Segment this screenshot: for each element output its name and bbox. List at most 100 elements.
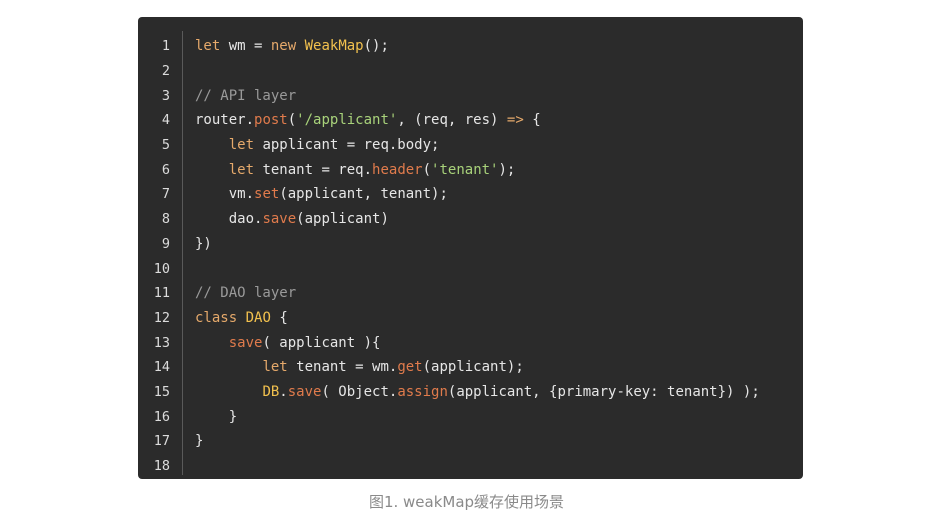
code-line: 6 let tenant = req.header('tenant'); <box>138 157 803 182</box>
code-line: 17} <box>138 429 803 454</box>
code-token: DB <box>262 383 280 400</box>
code-token: save <box>228 334 263 351</box>
code-text: }) <box>195 236 212 252</box>
code-line: 8 dao.save(applicant) <box>138 207 803 232</box>
code-line: 2 <box>138 59 803 84</box>
code-line: 16 } <box>138 404 803 429</box>
line-number: 5 <box>161 137 170 154</box>
code-text: let wm = new WeakMap(); <box>195 38 389 54</box>
code-token: let <box>195 38 221 55</box>
code-token: '/applicant' <box>296 112 398 129</box>
code-token: vm. <box>195 186 255 203</box>
code-line: 18 <box>138 454 803 479</box>
code-token: ( <box>422 161 432 178</box>
code-text: class DAO { <box>195 310 288 326</box>
code-token: let <box>228 137 255 154</box>
code-token: ( <box>287 112 297 129</box>
code-token: wm = <box>220 38 271 55</box>
code-token: tenant = wm. <box>287 359 398 376</box>
code-text: dao.save(applicant) <box>195 211 389 227</box>
code-line: 10 <box>138 256 803 281</box>
line-number: 1 <box>161 38 170 55</box>
code-token: dao. <box>195 211 263 228</box>
line-number: 3 <box>161 87 170 104</box>
code-token: (); <box>363 38 389 55</box>
code-text: vm.set(applicant, tenant); <box>195 186 448 202</box>
code-token: save <box>262 211 297 228</box>
code-token: DAO <box>245 309 271 326</box>
code-token: }) <box>195 235 212 252</box>
code-text: DB.save( Object.assign(applicant, {prima… <box>195 383 760 400</box>
code-token: (applicant); <box>422 359 524 376</box>
code-token: // DAO layer <box>195 285 297 302</box>
code-token: ( Object. <box>321 383 398 400</box>
code-token: // API layer <box>195 87 297 104</box>
code-token: . <box>279 383 288 400</box>
code-token: tenant = req. <box>254 161 373 178</box>
code-text: save( applicant ){ <box>195 334 381 351</box>
code-text: // API layer <box>195 88 296 104</box>
code-token: (applicant, tenant); <box>279 186 448 203</box>
code-text: let tenant = req.header('tenant'); <box>195 161 516 178</box>
code-line: 3 // API layer <box>138 83 803 108</box>
line-number: 12 <box>153 309 170 326</box>
code-token: { <box>523 112 541 129</box>
code-text: let tenant = wm.get(applicant); <box>195 359 524 376</box>
code-token: { <box>270 309 288 326</box>
code-token: WeakMap <box>304 38 364 55</box>
line-number: 4 <box>161 112 170 129</box>
line-number: 17 <box>153 433 170 450</box>
line-number: 9 <box>161 235 170 252</box>
code-text: let applicant = req.body; <box>195 137 440 154</box>
line-number: 11 <box>153 285 170 302</box>
code-line: 15 DB.save( Object.assign(applicant, {pr… <box>138 380 803 405</box>
code-token: let <box>228 161 255 178</box>
code-token: let <box>262 359 288 376</box>
code-token: } <box>195 408 238 425</box>
code-token: ( applicant ){ <box>262 334 381 351</box>
code-line: 14 let tenant = wm.get(applicant); <box>138 355 803 380</box>
code-text: // DAO layer <box>195 285 296 301</box>
code-token: new <box>270 38 297 55</box>
code-line: 7 vm.set(applicant, tenant); <box>138 182 803 207</box>
code-token: post <box>254 112 288 129</box>
code-line: 4 router.post('/applicant', (req, res) =>… <box>138 108 803 133</box>
line-number: 15 <box>153 383 170 400</box>
code-line: 13 save( applicant ){ <box>138 330 803 355</box>
code-line: 12 class DAO { <box>138 306 803 331</box>
code-token: } <box>195 433 204 450</box>
code-token: , (req, res) <box>397 112 507 129</box>
code-token: router. <box>195 112 255 129</box>
code-token: class <box>195 309 238 326</box>
code-line: 1 let wm = new WeakMap(); <box>138 34 803 59</box>
code-token: save <box>287 383 322 400</box>
code-text: } <box>195 433 203 449</box>
code-lines: 1 let wm = new WeakMap(); 2 3// API layer 4 r… <box>138 34 803 478</box>
code-text: } <box>195 409 237 425</box>
line-number: 10 <box>153 260 170 277</box>
code-token: 'tenant' <box>431 161 499 178</box>
line-number: 6 <box>161 161 170 178</box>
code-line: 11 // DAO layer <box>138 281 803 306</box>
code-token: ); <box>498 161 516 178</box>
line-number: 2 <box>161 63 170 80</box>
code-block: 1 let wm = new WeakMap(); 2 3// API layer 4 r… <box>138 17 803 479</box>
figure-caption: 图1. weakMap缓存使用场景 <box>368 493 565 511</box>
code-token: (applicant, {primary-key: tenant}) ); <box>447 383 760 400</box>
line-number: 7 <box>161 186 170 203</box>
code-token: get <box>397 359 423 376</box>
code-line: 9}) <box>138 232 803 257</box>
line-number: 16 <box>153 408 170 425</box>
code-token: header <box>372 161 423 178</box>
line-number: 18 <box>153 458 170 475</box>
code-token: => <box>506 112 524 129</box>
code-token: set <box>254 186 280 203</box>
code-line: 5 let applicant = req.body; <box>138 133 803 158</box>
